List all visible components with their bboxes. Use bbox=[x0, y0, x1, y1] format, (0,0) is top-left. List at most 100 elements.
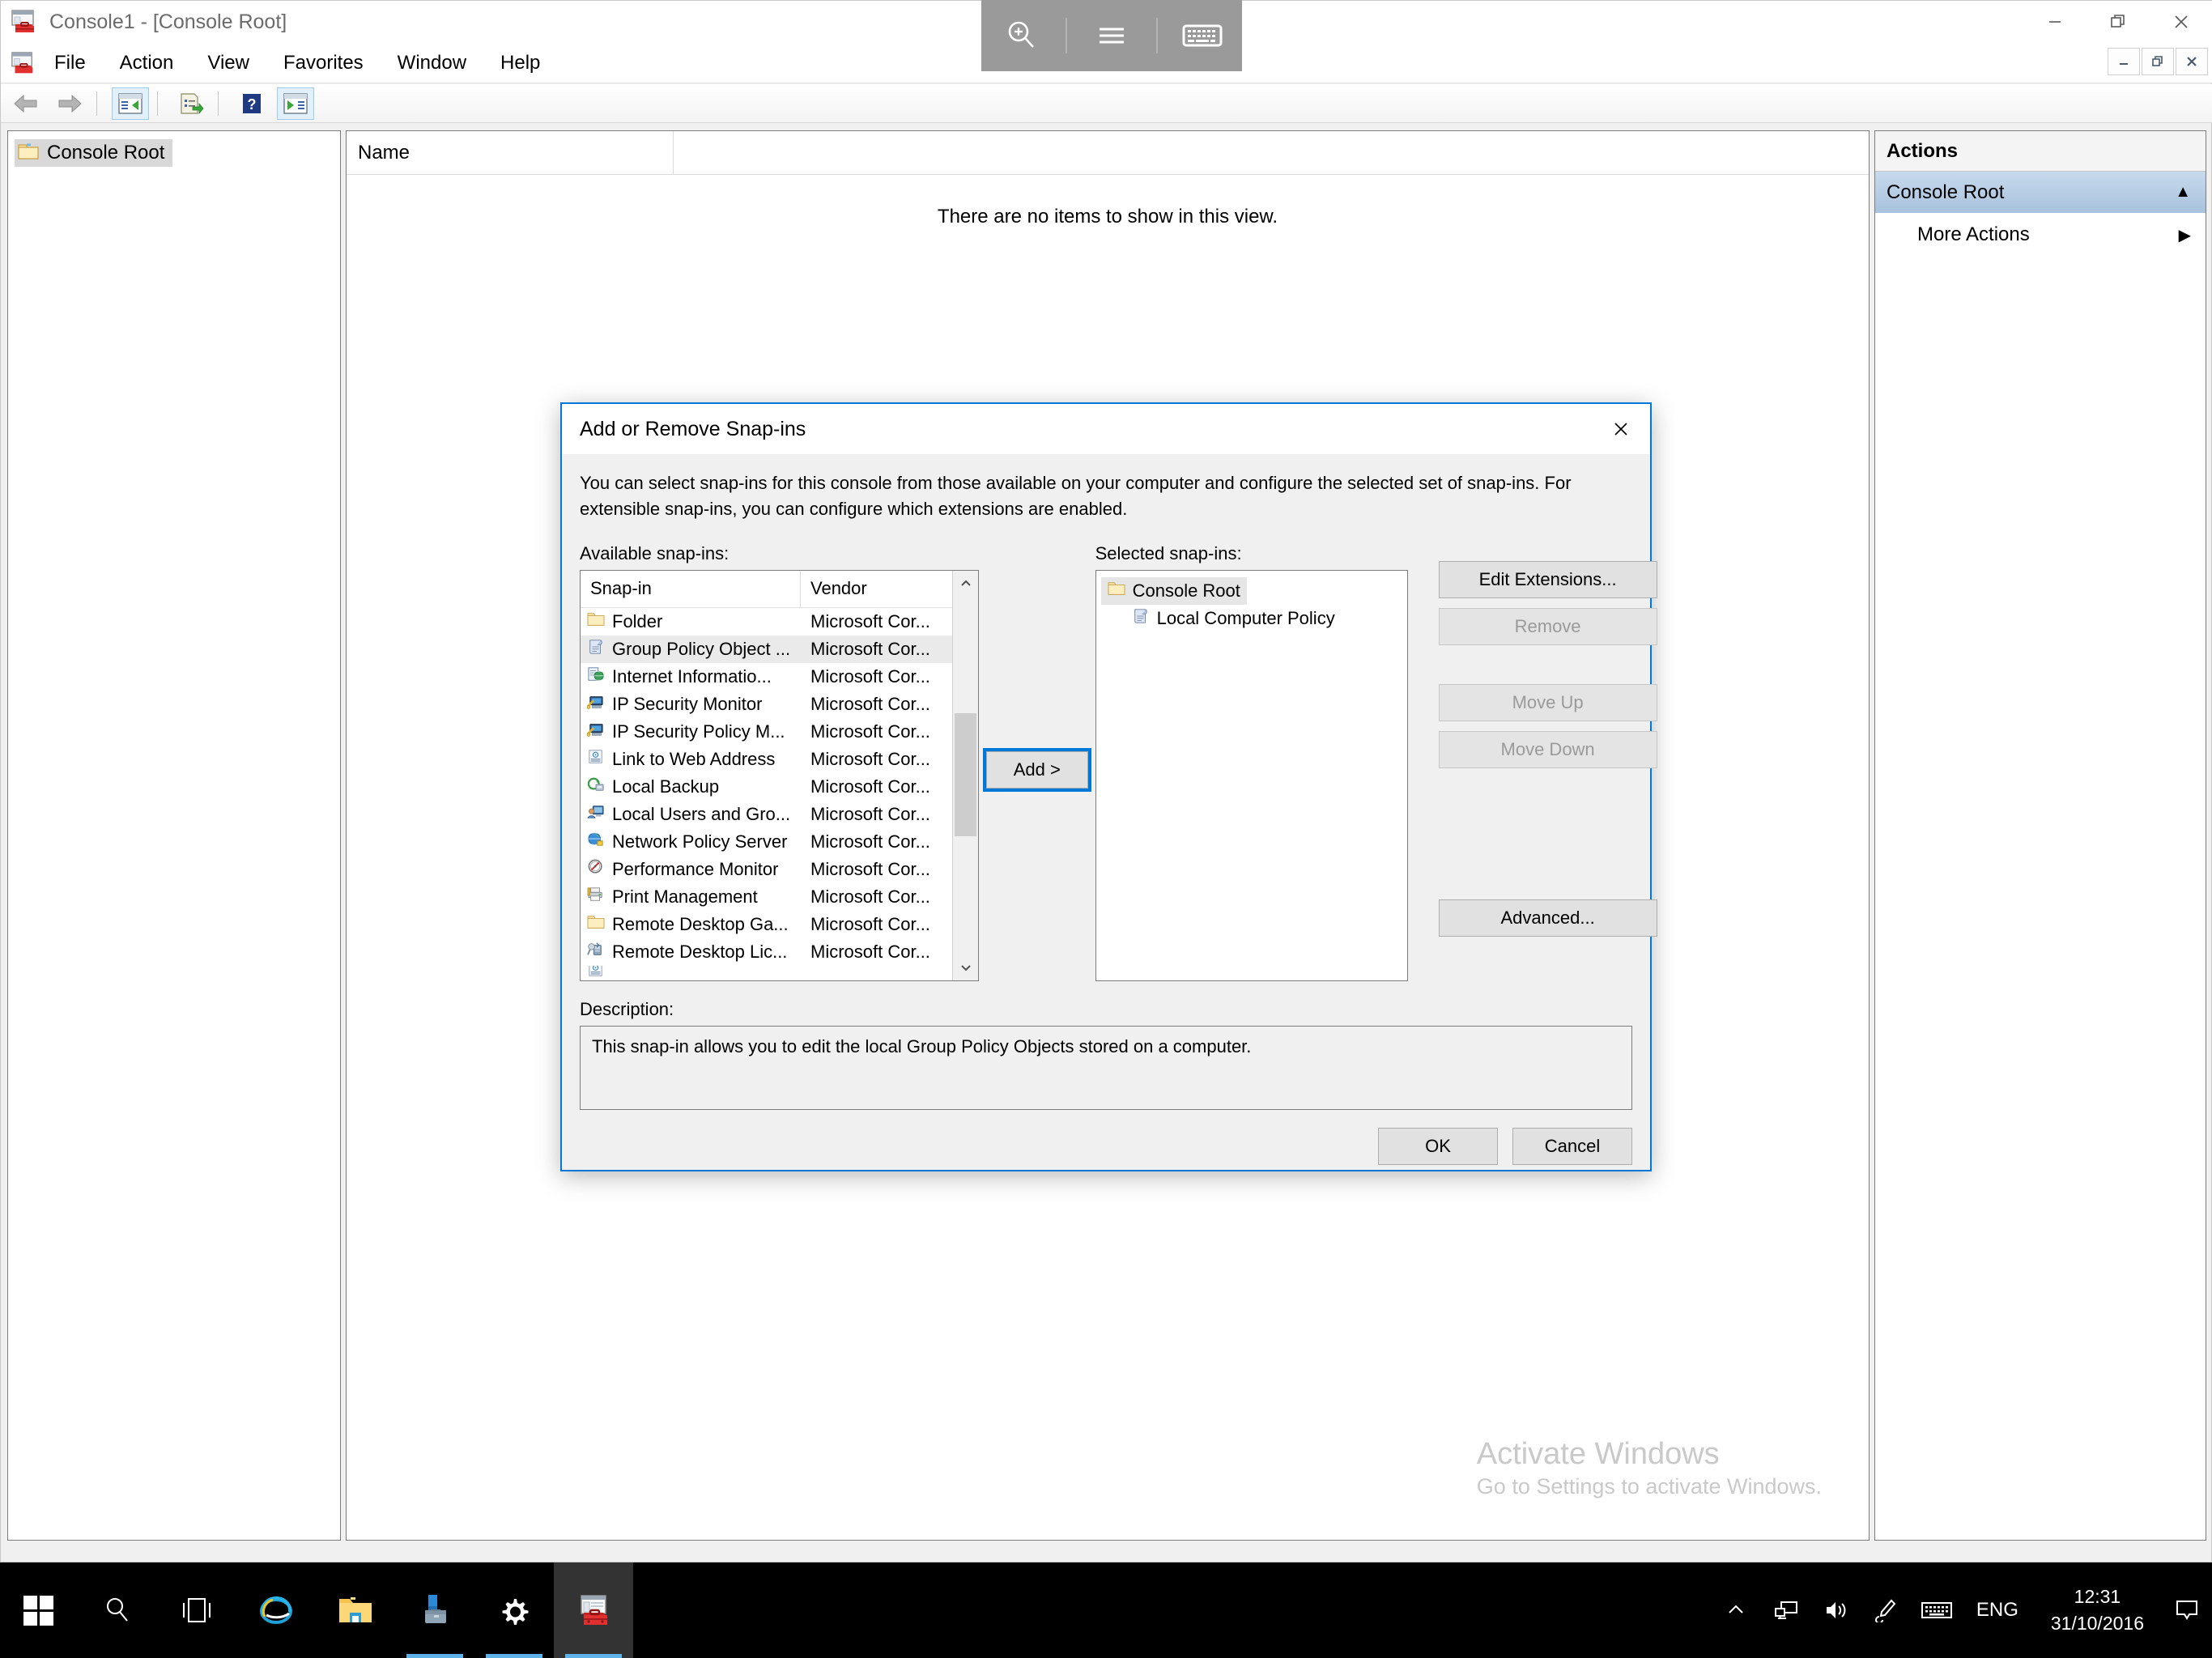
scroll-up-arrow-icon[interactable] bbox=[953, 571, 978, 597]
available-snapin-row[interactable]: Internet Informatio... Microsoft Cor... bbox=[581, 663, 978, 691]
pen-icon[interactable] bbox=[1861, 1562, 1912, 1658]
action-center-icon[interactable] bbox=[2162, 1562, 2212, 1658]
actions-group-console-root[interactable]: Console Root ▲ bbox=[1875, 172, 2206, 214]
available-snapin-name-cell: Folder bbox=[581, 611, 801, 632]
available-snapin-row[interactable]: Folder Microsoft Cor... bbox=[581, 608, 978, 636]
available-snapin-row[interactable]: Remote Desktop Ga... Microsoft Cor... bbox=[581, 911, 978, 938]
system-tray: ENG 12:31 31/10/2016 bbox=[1711, 1562, 2212, 1658]
advanced-button[interactable]: Advanced... bbox=[1438, 899, 1657, 937]
folder-icon bbox=[1108, 580, 1125, 602]
available-snapin-name-cell: Network Policy Server bbox=[581, 831, 801, 852]
available-snapin-row[interactable]: Remote Desktop Lic... Microsoft Cor... bbox=[581, 938, 978, 966]
available-snapin-row[interactable]: Local Backup Microsoft Cor... bbox=[581, 773, 978, 801]
volume-icon[interactable] bbox=[1811, 1562, 1861, 1658]
actions-item-more-actions[interactable]: More Actions ▶ bbox=[1875, 214, 2206, 256]
folder-icon bbox=[587, 914, 605, 935]
printer-icon bbox=[587, 886, 605, 908]
scrollbar-thumb[interactable] bbox=[955, 712, 976, 836]
add-button[interactable]: Add > bbox=[982, 748, 1091, 793]
on-screen-keyboard-icon[interactable] bbox=[1168, 0, 1236, 71]
minimize-button[interactable] bbox=[2023, 1, 2087, 43]
help-icon[interactable]: ? bbox=[233, 87, 270, 120]
mdi-close-button[interactable] bbox=[2176, 48, 2208, 75]
search-button[interactable] bbox=[78, 1562, 157, 1658]
mdi-minimize-button[interactable] bbox=[2108, 48, 2140, 75]
available-snapin-row[interactable]: Print Management Microsoft Cor... bbox=[581, 883, 978, 911]
available-list-header: Snap-in Vendor bbox=[581, 570, 978, 608]
available-snapin-name-cell: Performance Monitor bbox=[581, 859, 801, 880]
watermark-title: Activate Windows bbox=[1476, 1437, 1720, 1472]
selected-snapins-tree[interactable]: Console Root Local Computer Policy bbox=[1095, 569, 1408, 981]
result-column-headers: Name bbox=[347, 131, 1869, 175]
start-button[interactable] bbox=[0, 1562, 78, 1658]
menu-window[interactable]: Window bbox=[383, 47, 481, 79]
available-snapin-label: IP Security Monitor bbox=[612, 693, 763, 714]
selected-snapin-label: Console Root bbox=[1132, 580, 1240, 601]
file-explorer-button[interactable] bbox=[316, 1562, 395, 1658]
chevron-up-icon[interactable]: ▲ bbox=[2175, 183, 2191, 202]
menu-action[interactable]: Action bbox=[105, 47, 189, 79]
backup-icon bbox=[587, 777, 604, 791]
language-indicator[interactable]: ENG bbox=[1962, 1599, 2033, 1622]
available-snapin-name-cell: Internet Informatio... bbox=[581, 666, 801, 687]
available-snapin-row[interactable]: Performance Monitor Microsoft Cor... bbox=[581, 856, 978, 883]
menu-help[interactable]: Help bbox=[486, 47, 555, 79]
menu-favorites[interactable]: Favorites bbox=[269, 47, 378, 79]
available-snapin-row[interactable]: IP Security Monitor Microsoft Cor... bbox=[581, 691, 978, 718]
selected-snapin-node[interactable]: Local Computer Policy bbox=[1125, 605, 1342, 632]
mdi-restore-button[interactable] bbox=[2142, 48, 2174, 75]
available-snapin-row[interactable]: Link to Web Address Microsoft Cor... bbox=[581, 746, 978, 773]
available-list-scrollbar[interactable] bbox=[952, 570, 978, 980]
menu-view[interactable]: View bbox=[193, 47, 264, 79]
move-up-button[interactable]: Move Up bbox=[1438, 683, 1657, 721]
magnifier-menu-icon[interactable] bbox=[1078, 0, 1146, 71]
column-header-snapin[interactable]: Snap-in bbox=[581, 570, 801, 607]
remove-button[interactable]: Remove bbox=[1438, 607, 1657, 645]
server-manager-button[interactable] bbox=[395, 1562, 474, 1658]
task-view-button[interactable] bbox=[157, 1562, 236, 1658]
move-down-button[interactable]: Move Down bbox=[1438, 730, 1657, 768]
dialog-close-icon[interactable] bbox=[1592, 406, 1650, 453]
available-snapin-row[interactable]: Group Policy Object ... Microsoft Cor... bbox=[581, 635, 978, 663]
available-snapin-label: Group Policy Object ... bbox=[612, 638, 791, 659]
edit-extensions-button[interactable]: Edit Extensions... bbox=[1438, 560, 1657, 598]
available-snapin-vendor-cell: Microsoft Cor... bbox=[810, 858, 930, 879]
console-tree-pane: Console Root bbox=[7, 130, 341, 1541]
back-arrow-icon[interactable] bbox=[7, 87, 45, 120]
mmc-console-button[interactable] bbox=[554, 1562, 633, 1658]
cancel-button[interactable]: Cancel bbox=[1512, 1127, 1632, 1165]
available-snapin-vendor-cell: Microsoft Cor... bbox=[810, 665, 930, 687]
internet-explorer-button[interactable] bbox=[236, 1562, 316, 1658]
folder-icon bbox=[587, 611, 605, 632]
close-button[interactable] bbox=[2150, 1, 2212, 43]
folder-icon bbox=[587, 965, 605, 979]
restore-button[interactable] bbox=[2087, 1, 2150, 43]
ok-button[interactable]: OK bbox=[1378, 1127, 1498, 1165]
available-snapin-row[interactable]: IP Security Policy M... Microsoft Cor... bbox=[581, 718, 978, 746]
settings-button[interactable] bbox=[474, 1562, 554, 1658]
available-snapin-row[interactable]: Network Policy Server Microsoft Cor... bbox=[581, 828, 978, 856]
clock[interactable]: 12:31 31/10/2016 bbox=[2033, 1584, 2162, 1638]
show-hide-action-pane-icon[interactable] bbox=[277, 87, 314, 120]
dialog-columns: Available snap-ins: Snap-in Vendor Folde… bbox=[580, 543, 1657, 981]
ipsec-policy-icon bbox=[586, 723, 603, 737]
network-icon[interactable] bbox=[1761, 1562, 1811, 1658]
column-header-name[interactable]: Name bbox=[347, 131, 674, 174]
export-list-icon[interactable] bbox=[172, 87, 210, 120]
policy-scroll-icon bbox=[587, 639, 605, 660]
menu-file[interactable]: File bbox=[40, 47, 100, 79]
available-snapin-row[interactable]: Local Users and Gro... Microsoft Cor... bbox=[581, 801, 978, 828]
forward-arrow-icon[interactable] bbox=[51, 87, 88, 120]
keyboard-icon[interactable] bbox=[1912, 1562, 1962, 1658]
tree-node-console-root[interactable]: Console Root bbox=[15, 139, 173, 167]
magnifier-zoom-in-icon[interactable] bbox=[987, 0, 1055, 71]
selected-snapin-node[interactable]: Console Root bbox=[1100, 576, 1247, 605]
scroll-down-arrow-icon[interactable] bbox=[953, 954, 978, 980]
ipsec-monitor-icon bbox=[586, 695, 603, 709]
available-snapins-listview[interactable]: Snap-in Vendor Folder Microsoft Cor... Gro… bbox=[580, 569, 979, 981]
show-hidden-icons-button[interactable] bbox=[1711, 1562, 1761, 1658]
available-snapin-row-partial[interactable] bbox=[581, 965, 978, 979]
show-hide-console-tree-icon[interactable] bbox=[112, 87, 149, 120]
dialog-side-buttons: Edit Extensions... Remove Move Up Move D… bbox=[1427, 543, 1657, 954]
description-box: This snap-in allows you to edit the loca… bbox=[580, 1025, 1632, 1110]
